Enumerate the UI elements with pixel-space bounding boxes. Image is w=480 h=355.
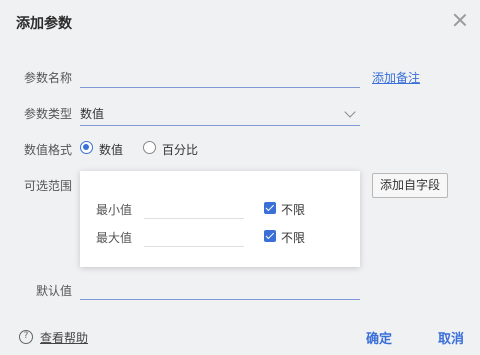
- max-value-label: 最大值: [96, 231, 133, 245]
- min-value-label: 最小值: [96, 203, 133, 217]
- min-unlimited-label: 不限: [281, 203, 306, 217]
- param-type-underline: [80, 125, 360, 126]
- format-percent-label: 百分比: [162, 143, 199, 157]
- format-percent-radio[interactable]: [143, 141, 156, 154]
- confirm-button[interactable]: 确定: [366, 328, 392, 347]
- param-type-label: 参数类型: [24, 107, 73, 121]
- cancel-button[interactable]: 取消: [438, 328, 464, 347]
- default-value-label: 默认值: [36, 284, 73, 298]
- format-number-radio[interactable]: [80, 141, 93, 154]
- default-value-underline: [80, 299, 360, 300]
- max-value-input[interactable]: [144, 227, 244, 245]
- chevron-down-icon[interactable]: [344, 106, 356, 118]
- add-note-link[interactable]: 添加备注: [372, 69, 420, 86]
- add-parameter-dialog: 添加参数 参数名称 添加备注 参数类型 数值 数值格式 数值 百分比 可选范围 …: [0, 0, 480, 355]
- min-value-underline: [144, 218, 244, 219]
- param-name-input[interactable]: [80, 66, 360, 86]
- param-type-select[interactable]: 数值: [80, 105, 104, 122]
- min-value-input[interactable]: [144, 199, 244, 217]
- range-label: 可选范围: [24, 179, 73, 193]
- param-name-label: 参数名称: [24, 71, 73, 85]
- min-unlimited-checkbox[interactable]: [264, 202, 276, 214]
- format-number-label: 数值: [99, 143, 124, 157]
- help-link[interactable]: 查看帮助: [40, 329, 88, 346]
- param-name-underline: [80, 87, 360, 88]
- dialog-title: 添加参数: [16, 16, 72, 32]
- default-value-input[interactable]: [80, 281, 360, 299]
- help-icon[interactable]: ?: [19, 330, 33, 344]
- range-panel: 最小值 不限 最大值 不限: [80, 171, 360, 267]
- add-field-button[interactable]: 添加自字段: [372, 173, 448, 198]
- max-value-underline: [144, 246, 244, 247]
- max-unlimited-label: 不限: [281, 231, 306, 245]
- max-unlimited-checkbox[interactable]: [264, 230, 276, 242]
- close-icon[interactable]: [452, 12, 468, 28]
- number-format-label: 数值格式: [24, 143, 73, 157]
